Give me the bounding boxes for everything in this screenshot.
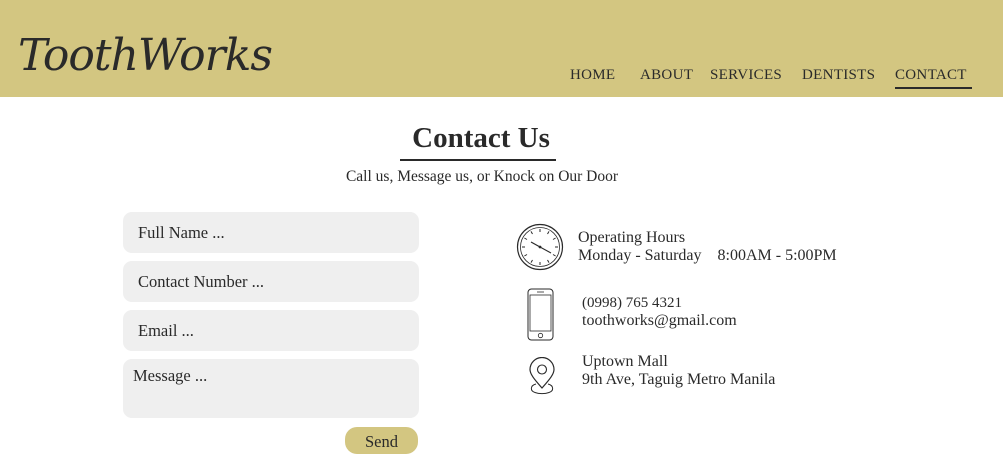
phone-icon	[527, 288, 554, 341]
clock-icon	[516, 223, 564, 271]
location-name: Uptown Mall	[582, 353, 668, 370]
nav-item-contact[interactable]: CONTACT	[895, 63, 972, 89]
nav-item-services[interactable]: SERVICES	[710, 63, 782, 87]
page-subtitle: Call us, Message us, or Knock on Our Doo…	[345, 168, 619, 185]
site-header: ToothWorks HOME ABOUT SERVICES DENTISTS …	[0, 0, 1003, 97]
email-address[interactable]: toothworks@gmail.com	[582, 312, 737, 330]
send-button[interactable]: Send	[345, 427, 418, 454]
location-pin-icon	[527, 356, 557, 397]
hours-title: Operating Hours	[578, 229, 686, 246]
full-name-input[interactable]	[123, 212, 419, 253]
phone-number[interactable]: (0998) 765 4321	[582, 294, 682, 312]
contact-number-input[interactable]	[123, 261, 419, 302]
nav-item-home[interactable]: HOME	[570, 63, 615, 87]
title-underline	[400, 159, 556, 161]
message-input[interactable]	[123, 359, 419, 418]
location-address: 9th Ave, Taguig Metro Manila	[582, 371, 776, 388]
nav-item-dentists[interactable]: DENTISTS	[802, 63, 875, 87]
page-title: Contact Us	[412, 122, 550, 154]
email-input[interactable]	[123, 310, 419, 351]
nav-item-about[interactable]: ABOUT	[640, 63, 693, 87]
main-nav: HOME ABOUT SERVICES DENTISTS CONTACT	[0, 63, 1003, 93]
hours-detail: Monday - Saturday 8:00AM - 5:00PM	[578, 247, 837, 264]
